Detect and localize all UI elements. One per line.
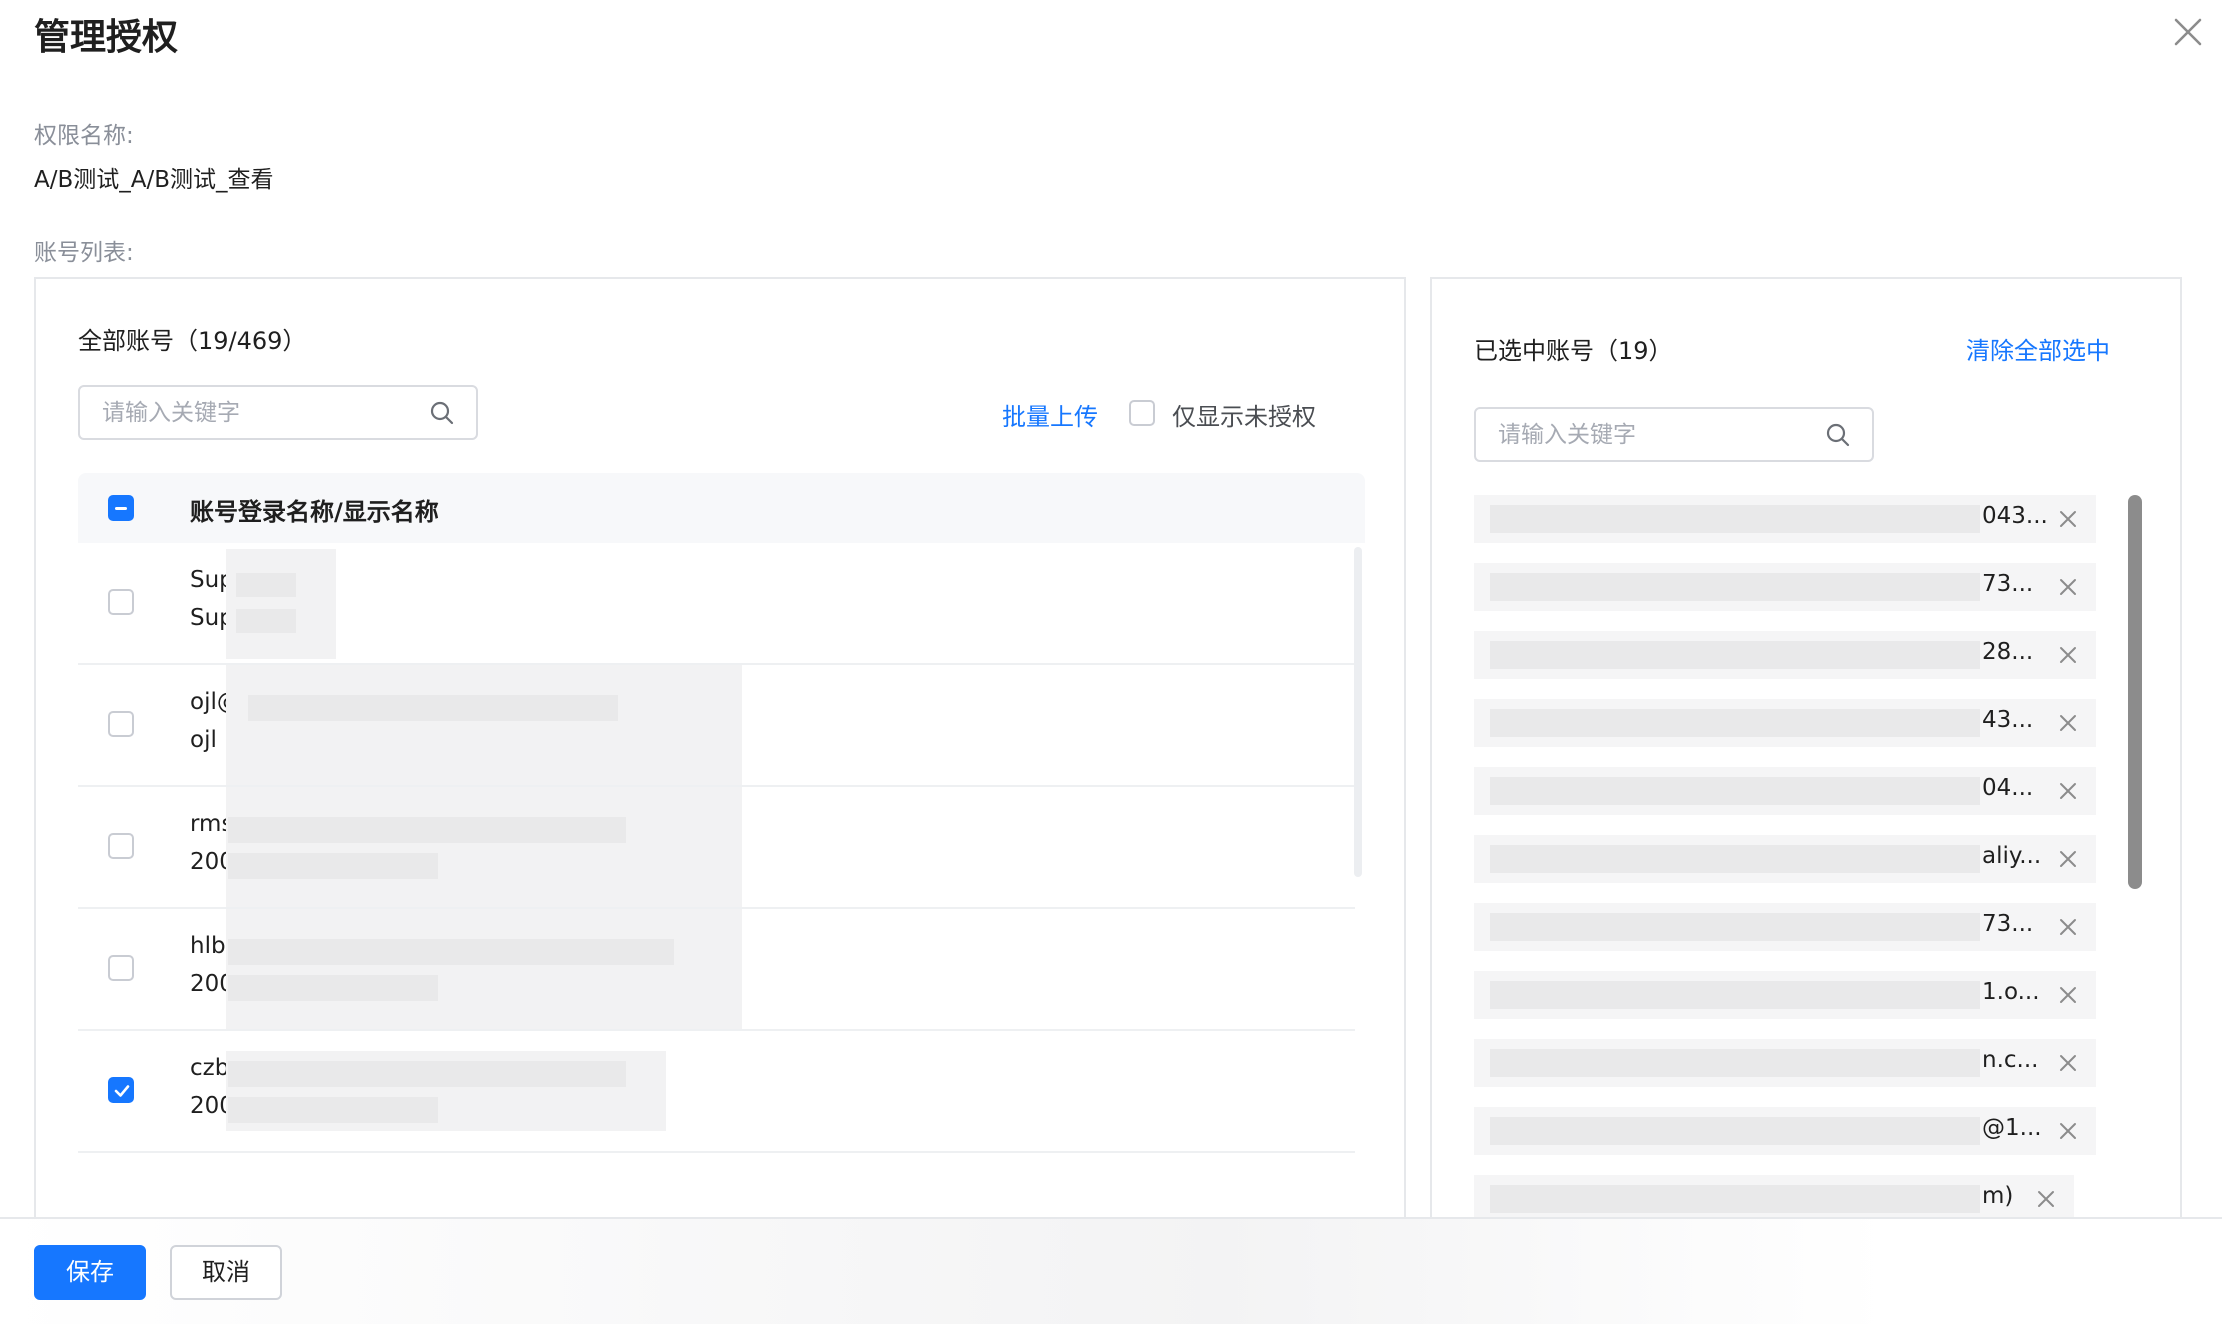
selected-account-text: n.c... <box>1982 1047 2039 1073</box>
selected-account-text: @1... <box>1982 1115 2042 1141</box>
redacted-block <box>1490 505 1980 533</box>
redacted-block <box>228 817 626 843</box>
redacted-block <box>1490 777 1980 805</box>
account-display-name: ojl <box>190 727 217 753</box>
only-unauthorized-checkbox[interactable] <box>1129 400 1155 426</box>
table-row[interactable]: hlb 200 <box>78 909 1355 1031</box>
redacted-block <box>1490 709 1980 737</box>
clear-all-selected-link[interactable]: 清除全部选中 <box>1966 331 2110 366</box>
redacted-block <box>228 1061 626 1087</box>
permission-name-label: 权限名称: <box>34 123 134 149</box>
table-row[interactable]: rms 200 <box>78 787 1355 909</box>
selected-account-item: 1.o... <box>1474 971 2096 1019</box>
remove-icon[interactable] <box>2058 1053 2078 1073</box>
selected-account-text: 28... <box>1982 639 2034 665</box>
remove-icon[interactable] <box>2058 645 2078 665</box>
remove-icon[interactable] <box>2036 1189 2056 1209</box>
remove-icon[interactable] <box>2058 577 2078 597</box>
right-search-input[interactable] <box>1498 419 1778 451</box>
account-login-name: hlb <box>190 933 226 959</box>
save-button[interactable]: 保存 <box>34 1245 146 1300</box>
cancel-button[interactable]: 取消 <box>170 1245 282 1300</box>
search-icon[interactable] <box>1824 421 1852 449</box>
all-accounts-title: 全部账号（19/469） <box>78 327 307 355</box>
redacted-block <box>226 909 742 1029</box>
selected-account-text: 43... <box>1982 707 2034 733</box>
selected-account-item: 73... <box>1474 903 2096 951</box>
selected-account-item: n.c... <box>1474 1039 2096 1087</box>
selected-accounts-title: 已选中账号（19） <box>1474 337 1673 365</box>
redacted-block <box>226 787 742 907</box>
selected-account-item: aliy... <box>1474 835 2096 883</box>
remove-icon[interactable] <box>2058 509 2078 529</box>
right-search-box <box>1474 407 1874 462</box>
redacted-block <box>226 549 336 659</box>
row-checkbox[interactable] <box>108 833 134 859</box>
selected-account-text: 73... <box>1982 571 2034 597</box>
redacted-block <box>228 975 438 1001</box>
table-header: 账号登录名称/显示名称 <box>78 473 1365 543</box>
selected-account-item: 28... <box>1474 631 2096 679</box>
selected-account-text: 73... <box>1982 911 2034 937</box>
table-row[interactable]: ojl@ ojl <box>78 665 1355 787</box>
redacted-block <box>1490 845 1980 873</box>
redacted-block <box>228 1097 438 1123</box>
remove-icon[interactable] <box>2058 781 2078 801</box>
selected-account-text: 1.o... <box>1982 979 2040 1005</box>
row-checkbox[interactable] <box>108 1077 134 1103</box>
selected-account-item: 43... <box>1474 699 2096 747</box>
left-search-input[interactable] <box>102 397 382 429</box>
row-checkbox[interactable] <box>108 955 134 981</box>
redacted-block <box>1490 641 1980 669</box>
selected-account-text: 043... <box>1982 503 2048 529</box>
redacted-block <box>226 665 742 785</box>
manage-authorization-dialog: 管理授权 权限名称: A/B测试_A/B测试_查看 账号列表: 全部账号（19/… <box>0 0 2222 1324</box>
selected-account-item: @1... <box>1474 1107 2096 1155</box>
redacted-block <box>1490 573 1980 601</box>
table-row[interactable]: czb 200 <box>78 1031 1355 1153</box>
account-login-name: czb <box>190 1055 230 1081</box>
redacted-block <box>228 853 438 879</box>
redacted-block <box>248 695 618 721</box>
left-search-box <box>78 385 478 440</box>
selected-account-text: aliy... <box>1982 843 2042 869</box>
row-checkbox[interactable] <box>108 589 134 615</box>
selected-account-item: 73... <box>1474 563 2096 611</box>
dialog-footer: 保存 取消 <box>0 1217 2222 1324</box>
selected-account-text: 04... <box>1982 775 2034 801</box>
redacted-block <box>236 609 296 633</box>
selected-account-item: m) <box>1474 1175 2074 1219</box>
table-row[interactable]: Sup Sup <box>78 543 1355 665</box>
redacted-block <box>1490 913 1980 941</box>
remove-icon[interactable] <box>2058 985 2078 1005</box>
row-checkbox[interactable] <box>108 711 134 737</box>
only-unauthorized-label: 仅显示未授权 <box>1172 403 1316 431</box>
redacted-block <box>228 939 674 965</box>
batch-upload-link[interactable]: 批量上传 <box>1002 397 1098 432</box>
selected-account-item: 04... <box>1474 767 2096 815</box>
selected-accounts-panel: 已选中账号（19） 清除全部选中 043... 73... 28... 43..… <box>1430 277 2182 1219</box>
redacted-block <box>1490 981 1980 1009</box>
remove-icon[interactable] <box>2058 849 2078 869</box>
selected-account-item: 043... <box>1474 495 2096 543</box>
redacted-block <box>236 573 296 597</box>
permission-name-value: A/B测试_A/B测试_查看 <box>34 167 274 193</box>
select-all-checkbox[interactable] <box>108 495 134 521</box>
selected-account-text: m) <box>1982 1183 2014 1209</box>
remove-icon[interactable] <box>2058 917 2078 937</box>
remove-icon[interactable] <box>2058 713 2078 733</box>
dialog-title: 管理授权 <box>34 17 179 58</box>
close-icon[interactable] <box>2168 12 2208 52</box>
redacted-block <box>1490 1117 1980 1145</box>
redacted-block <box>1490 1185 1980 1213</box>
redacted-block <box>1490 1049 1980 1077</box>
account-list-label: 账号列表: <box>34 240 134 266</box>
search-icon[interactable] <box>428 399 456 427</box>
all-accounts-panel: 全部账号（19/469） 批量上传 仅显示未授权 账号登录名称/显示名称 Sup… <box>34 277 1406 1217</box>
column-header-account-name: 账号登录名称/显示名称 <box>190 498 439 526</box>
right-scrollbar[interactable] <box>2128 495 2142 889</box>
remove-icon[interactable] <box>2058 1121 2078 1141</box>
left-scrollbar[interactable] <box>1354 547 1362 877</box>
